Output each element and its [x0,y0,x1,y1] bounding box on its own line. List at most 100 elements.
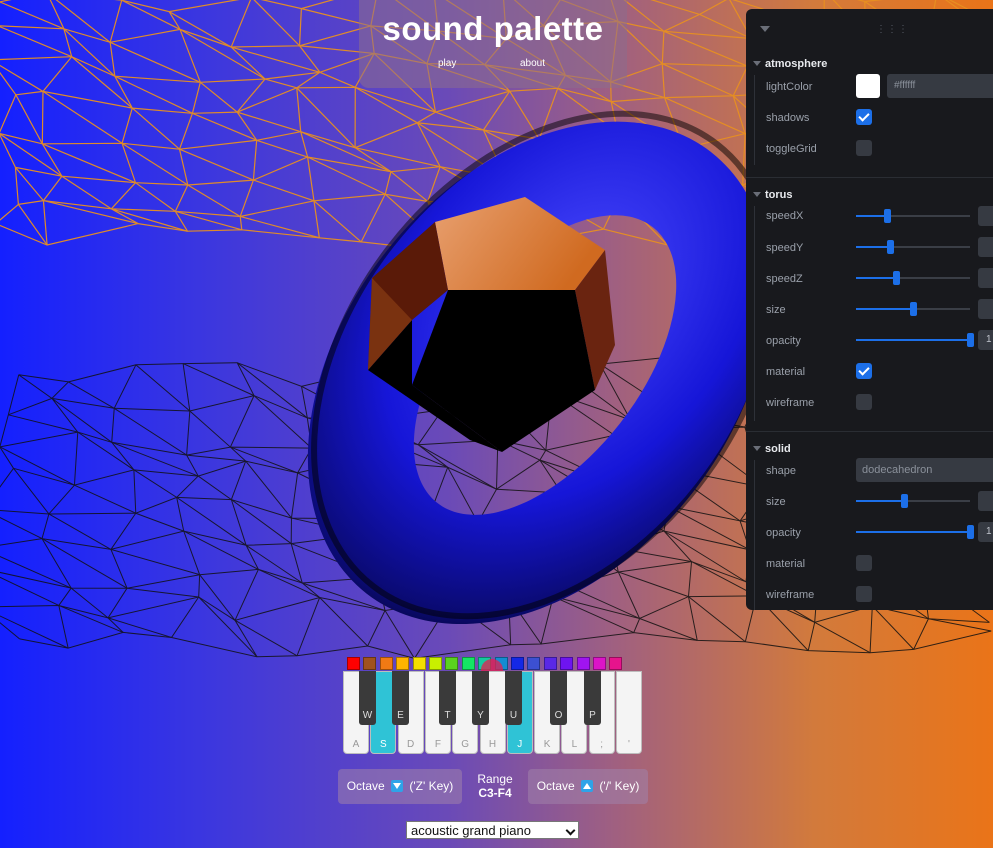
color-swatch[interactable] [396,657,410,670]
solid-wireframe-checkbox[interactable] [856,586,872,602]
shadows-checkbox[interactable] [856,109,872,125]
piano-black-key[interactable]: T [439,671,456,725]
octave-down-button[interactable]: Octave ('Z' Key) [338,769,462,804]
solid-material-checkbox[interactable] [856,555,872,571]
speedx-slider[interactable] [856,209,970,223]
key-label: K [543,739,551,750]
slider-thumb[interactable] [892,271,900,285]
solid-size-number-input[interactable] [978,491,993,511]
arrow-down-icon [391,779,404,792]
folder-indent-line [754,75,755,165]
speedz-number-input[interactable] [978,268,993,288]
color-swatch[interactable] [543,657,557,670]
color-swatch[interactable] [609,657,623,670]
color-swatch[interactable] [560,657,574,670]
piano-black-key[interactable]: Y [472,671,489,725]
solid-size-slider[interactable] [856,494,970,508]
folder-indent-line [754,206,755,421]
color-swatch[interactable] [429,657,442,670]
shape-select[interactable]: dodecahedron [856,458,993,482]
slider-thumb[interactable] [883,209,891,223]
arrow-up-icon [581,779,594,792]
key-label: W [362,710,373,721]
color-swatch[interactable] [379,657,393,670]
speedz-slider[interactable] [856,271,970,285]
key-label: A [352,739,360,750]
folder-collapse-icon[interactable] [753,446,761,451]
folder-solid-title[interactable]: solid [765,443,791,455]
divider [746,177,993,178]
slider-thumb[interactable] [900,494,908,508]
key-label: S [379,739,387,750]
drag-handle-icon[interactable]: ⋮⋮⋮ [876,24,909,35]
octave-down-hint: ('Z' Key) [409,779,454,793]
key-label: G [461,739,470,750]
key-label: L [571,739,578,750]
lightcolor-label: lightColor [766,81,813,93]
speedx-label: speedX [766,210,804,222]
control-panel: ⋮⋮⋮ atmosphere lightColor #ffffff shadow… [746,9,993,610]
color-swatch[interactable] [511,657,524,670]
folder-collapse-icon[interactable] [753,61,761,66]
torus-opacity-label: opacity [766,335,801,347]
key-label: T [444,710,451,721]
speedy-slider[interactable] [856,240,970,254]
color-swatch[interactable] [576,657,590,670]
range-display: Range C3-F4 [470,772,520,800]
solid-opacity-label: opacity [766,527,801,539]
key-label: J [517,739,523,750]
nav-play-link[interactable]: play [438,58,456,69]
speedz-label: speedZ [766,273,803,285]
torus-size-label: size [766,304,786,316]
torus-wireframe-checkbox[interactable] [856,394,872,410]
solid-opacity-number-input[interactable]: 1 [978,522,993,542]
color-swatch[interactable] [461,657,475,670]
piano-black-key[interactable]: E [392,671,409,725]
speedy-number-input[interactable] [978,237,993,257]
color-swatch[interactable] [593,657,606,670]
color-swatch[interactable] [363,657,377,670]
nav-about-link[interactable]: about [520,58,545,69]
key-label: ' [628,739,630,750]
piano-black-key[interactable]: O [550,671,567,725]
speedx-number-input[interactable] [978,206,993,226]
solid-wireframe-label: wireframe [766,589,815,601]
slider-thumb[interactable] [887,240,895,254]
app-title: sound palette [382,10,604,47]
color-swatch[interactable] [412,657,426,670]
lightcolor-input[interactable]: #ffffff [887,74,993,98]
piano-white-key[interactable]: ' [616,671,642,754]
color-swatch[interactable] [445,657,459,670]
torus-opacity-slider[interactable] [856,333,974,347]
color-swatch[interactable] [347,657,360,670]
panel-collapse-icon[interactable] [760,26,770,32]
solid-opacity-slider[interactable] [856,525,974,539]
lightcolor-swatch[interactable] [856,74,880,98]
panel-header: ⋮⋮⋮ [746,9,993,47]
torus-size-slider[interactable] [856,302,970,316]
slider-thumb[interactable] [967,525,974,539]
color-swatch[interactable] [527,657,541,670]
octave-up-button[interactable]: Octave ('/' Key) [528,769,648,804]
folder-collapse-icon[interactable] [753,192,761,197]
torus-size-number-input[interactable] [978,299,993,319]
togglegrid-checkbox[interactable] [856,140,872,156]
instrument-select[interactable]: acoustic grand piano [406,821,579,839]
folder-atmosphere-title[interactable]: atmosphere [765,58,827,70]
key-label: H [488,739,497,750]
piano-black-key[interactable]: U [505,671,522,725]
speedy-label: speedY [766,242,804,254]
slider-thumb[interactable] [910,302,917,316]
torus-material-label: material [766,366,806,378]
folder-torus-title[interactable]: torus [765,189,793,201]
slider-thumb[interactable] [967,333,974,347]
key-label: Y [477,710,484,721]
shape-label: shape [766,465,796,477]
key-label: D [406,739,415,750]
solid-size-label: size [766,496,786,508]
piano-black-key[interactable]: W [359,671,376,725]
piano-black-key[interactable]: P [584,671,601,725]
header-card: sound palette play about [359,0,627,88]
torus-material-checkbox[interactable] [856,363,872,379]
torus-opacity-number-input[interactable]: 1 [978,330,993,350]
